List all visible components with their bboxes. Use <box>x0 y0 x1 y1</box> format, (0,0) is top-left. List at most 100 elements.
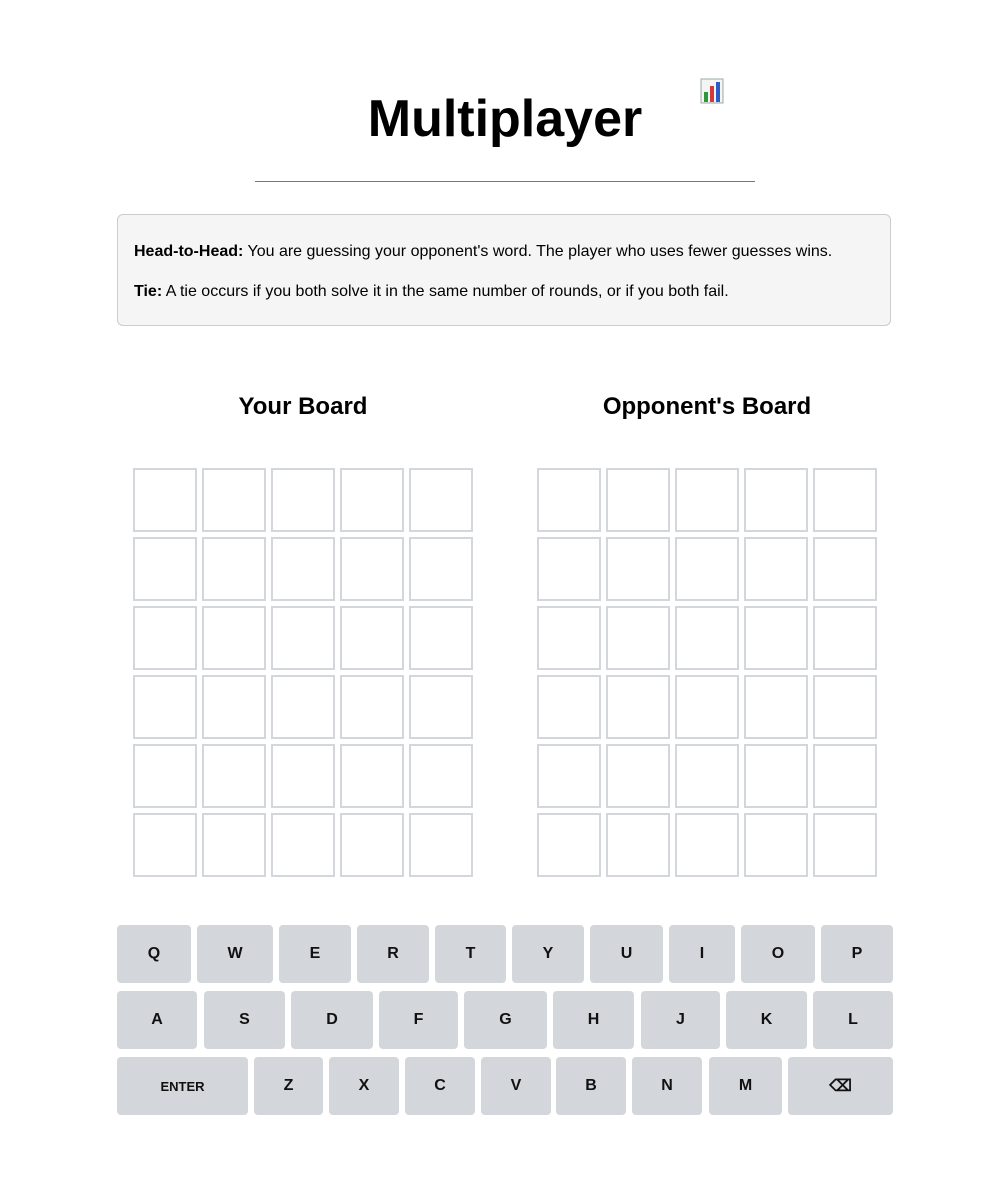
opponent-board-tile <box>675 744 739 808</box>
your-board-tile <box>409 468 473 532</box>
opponent-board-tile <box>537 468 601 532</box>
your-board-tile <box>340 537 404 601</box>
backspace-key[interactable]: ⌫ <box>788 1057 893 1115</box>
opponent-board-tile <box>675 468 739 532</box>
key-v[interactable]: V <box>481 1057 551 1115</box>
your-board-tile <box>271 606 335 670</box>
your-board-tile <box>133 744 197 808</box>
key-label: O <box>771 945 785 962</box>
rule-text: You are guessing your opponent's word. T… <box>243 243 833 260</box>
stats-button[interactable] <box>700 78 726 106</box>
key-i[interactable]: I <box>669 925 735 983</box>
opponent-board-title: Opponent's Board <box>602 393 812 420</box>
opponent-board-tile <box>744 744 808 808</box>
enter-key[interactable]: ENTER <box>117 1057 248 1115</box>
your-board-tile <box>271 813 335 877</box>
opponent-board-tile <box>813 468 877 532</box>
your-board-tile <box>340 744 404 808</box>
key-j[interactable]: J <box>641 991 720 1049</box>
key-label: G <box>499 1011 512 1028</box>
bar-chart-icon <box>700 78 724 104</box>
key-u[interactable]: U <box>590 925 663 983</box>
page-title: Multiplayer <box>367 90 643 148</box>
key-label: Y <box>542 945 554 962</box>
key-label: X <box>358 1077 370 1094</box>
opponent-board-tile <box>813 537 877 601</box>
key-d[interactable]: D <box>291 991 373 1049</box>
key-a[interactable]: A <box>117 991 197 1049</box>
key-label: Z <box>283 1077 294 1094</box>
key-label: J <box>676 1011 685 1028</box>
key-o[interactable]: O <box>741 925 815 983</box>
your-board-tile <box>409 606 473 670</box>
rule-head-to-head: Head-to-Head: You are guessing your oppo… <box>134 242 832 262</box>
opponent-board-tile <box>606 606 670 670</box>
opponent-board <box>537 468 877 877</box>
key-q[interactable]: Q <box>117 925 191 983</box>
key-b[interactable]: B <box>556 1057 626 1115</box>
key-label: K <box>760 1011 773 1028</box>
your-board-tile <box>133 675 197 739</box>
key-g[interactable]: G <box>464 991 547 1049</box>
key-n[interactable]: N <box>632 1057 702 1115</box>
your-board-tile <box>202 606 266 670</box>
key-label: N <box>661 1077 673 1094</box>
opponent-board-tile <box>606 537 670 601</box>
key-label: I <box>699 945 705 962</box>
opponent-board-tile <box>744 468 808 532</box>
key-x[interactable]: X <box>329 1057 399 1115</box>
key-label: H <box>587 1011 600 1028</box>
key-r[interactable]: R <box>357 925 429 983</box>
your-board-tile <box>271 468 335 532</box>
rule-label: Head-to-Head: <box>134 243 244 260</box>
your-board-tile <box>133 813 197 877</box>
key-label: L <box>848 1011 858 1028</box>
key-label: ENTER <box>160 1078 205 1094</box>
key-c[interactable]: C <box>405 1057 475 1115</box>
your-board-tile <box>133 468 197 532</box>
your-board-tile <box>202 744 266 808</box>
opponent-board-tile <box>744 813 808 877</box>
key-l[interactable]: L <box>813 991 893 1049</box>
your-board-tile <box>340 675 404 739</box>
key-e[interactable]: E <box>279 925 351 983</box>
key-h[interactable]: H <box>553 991 634 1049</box>
opponent-board-tile <box>537 744 601 808</box>
key-t[interactable]: T <box>435 925 506 983</box>
your-board-tile <box>202 537 266 601</box>
opponent-board-tile <box>813 813 877 877</box>
key-p[interactable]: P <box>821 925 893 983</box>
backspace-icon: ⌫ <box>829 1078 852 1095</box>
opponent-board-tile <box>537 537 601 601</box>
opponent-board-tile <box>675 675 739 739</box>
key-m[interactable]: M <box>709 1057 782 1115</box>
key-s[interactable]: S <box>204 991 285 1049</box>
your-board-tile <box>340 813 404 877</box>
key-f[interactable]: F <box>379 991 458 1049</box>
rules-panel: Head-to-Head: You are guessing your oppo… <box>117 214 891 326</box>
key-z[interactable]: Z <box>254 1057 323 1115</box>
your-board-tile <box>271 537 335 601</box>
your-board-tile <box>133 606 197 670</box>
opponent-board-tile <box>675 537 739 601</box>
your-board-tile <box>340 606 404 670</box>
your-board-tile <box>409 537 473 601</box>
opponent-board-tile <box>675 813 739 877</box>
key-label: U <box>620 945 633 962</box>
key-y[interactable]: Y <box>512 925 584 983</box>
your-board-tile <box>202 675 266 739</box>
opponent-board-tile <box>813 606 877 670</box>
key-w[interactable]: W <box>197 925 273 983</box>
key-label: T <box>465 945 476 962</box>
key-k[interactable]: K <box>726 991 807 1049</box>
opponent-board-tile <box>813 744 877 808</box>
opponent-board-tile <box>537 813 601 877</box>
opponent-board-tile <box>537 675 601 739</box>
key-label: V <box>510 1077 522 1094</box>
your-board-tile <box>202 468 266 532</box>
key-label: S <box>239 1011 250 1028</box>
opponent-board-tile <box>744 606 808 670</box>
rule-text: A tie occurs if you both solve it in the… <box>162 283 729 300</box>
your-board-tile <box>409 744 473 808</box>
your-board-tile <box>271 744 335 808</box>
